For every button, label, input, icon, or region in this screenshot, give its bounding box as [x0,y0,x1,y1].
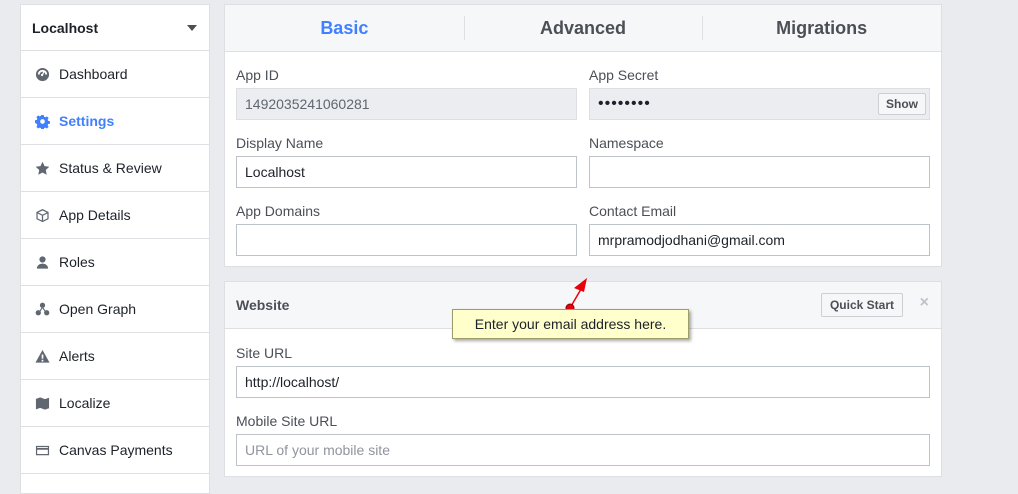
app-domains-field[interactable] [236,224,577,256]
tab-migrations[interactable]: Migrations [702,5,941,51]
app-selector[interactable]: Localhost [21,5,209,51]
mobile-site-url-label: Mobile Site URL [236,413,338,429]
display-name-label: Display Name [236,135,324,151]
sidebar-item-dashboard[interactable]: Dashboard [21,51,209,98]
sidebar-item-open-graph[interactable]: Open Graph [21,286,209,333]
caret-down-icon[interactable] [187,24,197,31]
tab-basic[interactable]: Basic [225,5,464,51]
close-icon[interactable]: × [920,295,929,311]
sidebar-item-label: Canvas Payments [59,442,173,458]
star-icon [34,160,50,176]
settings-tabs: Basic Advanced Migrations [225,5,941,52]
show-secret-button[interactable]: Show [878,93,926,115]
warning-triangle-icon [34,348,50,364]
app-id-label: App ID [236,67,279,83]
sidebar-item-label: Dashboard [59,66,128,82]
sidebar-item-localize[interactable]: Localize [21,380,209,427]
website-title: Website [236,297,290,313]
app-id-field: 1492035241060281 [236,88,577,120]
sidebar-item-label: App Details [59,207,131,223]
sidebar-item-label: Status & Review [59,160,162,176]
namespace-label: Namespace [589,135,664,151]
tooltip-text: Enter your email address here. [474,316,667,332]
gear-icon [34,113,50,129]
display-name-field[interactable]: Localhost [236,156,577,188]
app-secret-value: •••••••• [598,95,651,112]
sidebar-item-status-review[interactable]: Status & Review [21,145,209,192]
sidebar-item-label: Open Graph [59,301,137,317]
app-secret-label: App Secret [589,67,659,83]
sidebar-item-alerts[interactable]: Alerts [21,333,209,380]
graph-nodes-icon [34,301,50,317]
sidebar-item-label: Roles [59,254,95,270]
site-url-label: Site URL [236,345,293,361]
map-icon [34,395,50,411]
app-secret-field: •••••••• Show [589,88,930,120]
sidebar-nav: Localhost Dashboard Settings Status & Re… [20,4,210,494]
mobile-site-url-field[interactable]: URL of your mobile site [236,434,930,466]
namespace-field[interactable] [589,156,930,188]
app-domains-label: App Domains [236,203,321,219]
quick-start-button[interactable]: Quick Start [820,293,903,317]
contact-email-field[interactable]: mrpramodjodhani@gmail.com [589,224,930,256]
sidebar-item-label: Settings [59,113,115,129]
contact-email-label: Contact Email [589,203,677,219]
basic-settings-panel: Basic Advanced Migrations App ID 1492035… [224,4,942,267]
site-url-field[interactable]: http://localhost/ [236,366,930,398]
sidebar-item-app-details[interactable]: App Details [21,192,209,239]
cube-icon [34,207,50,223]
sidebar-item-settings[interactable]: Settings [21,98,209,145]
sidebar-item-label: Alerts [59,348,95,364]
tab-advanced[interactable]: Advanced [463,5,703,51]
dashboard-gauge-icon [34,66,50,82]
credit-card-icon [34,442,50,458]
sidebar-item-label: Localize [59,395,111,411]
email-hint-tooltip: Enter your email address here. [452,309,689,339]
app-name: Localhost [32,19,99,36]
person-icon [34,254,50,270]
sidebar-item-canvas-payments[interactable]: Canvas Payments [21,427,209,474]
sidebar-item-roles[interactable]: Roles [21,239,209,286]
